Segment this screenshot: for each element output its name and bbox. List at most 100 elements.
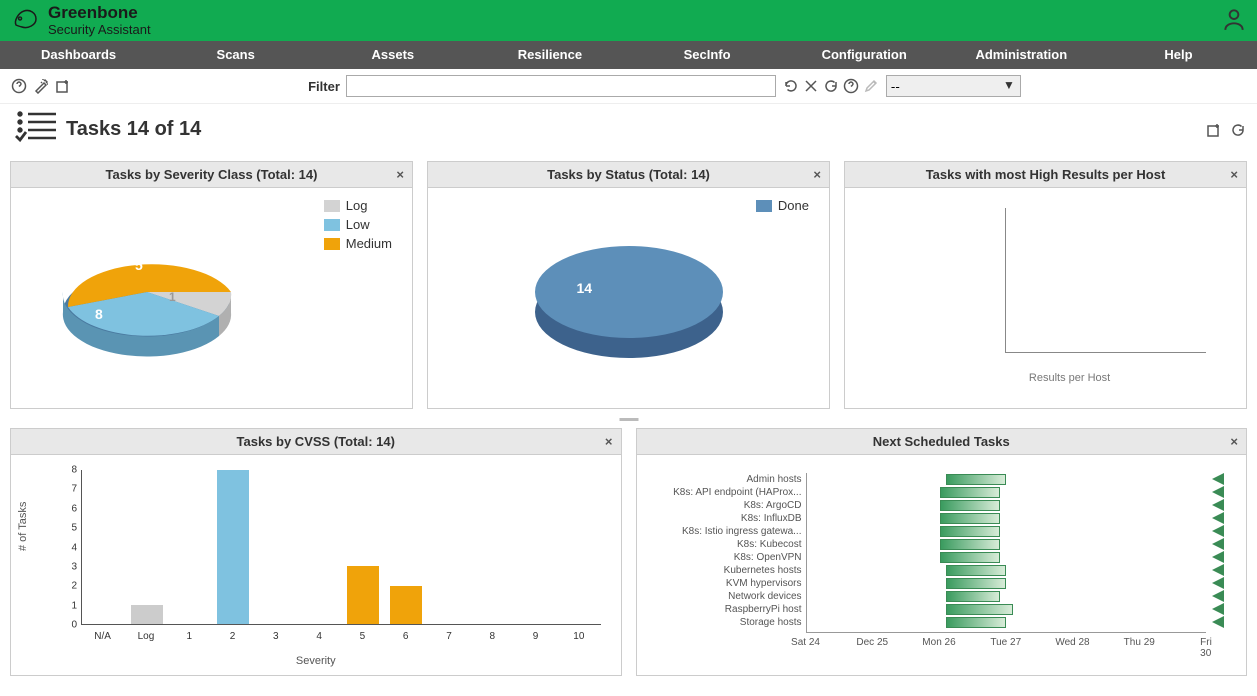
cvss-bar[interactable] xyxy=(390,586,422,625)
high-results-chart[interactable] xyxy=(1005,208,1206,353)
sched-bar[interactable] xyxy=(940,552,1000,563)
sched-bar[interactable] xyxy=(940,539,1000,550)
sched-bar[interactable] xyxy=(940,500,1000,511)
xtick: 6 xyxy=(403,631,409,642)
reset-dashboard-icon[interactable] xyxy=(1229,121,1247,139)
panel-severity: Tasks by Severity Class (Total: 14) × 5 … xyxy=(10,161,413,409)
wizard-icon[interactable] xyxy=(32,77,50,95)
nav-help[interactable]: Help xyxy=(1100,41,1257,69)
sched-task-label[interactable]: K8s: InfluxDB xyxy=(647,512,802,525)
sched-arrow-icon[interactable] xyxy=(1212,473,1224,485)
close-icon[interactable]: × xyxy=(813,167,821,182)
xtick: N/A xyxy=(94,631,111,642)
pie-value-medium: 5 xyxy=(135,257,143,273)
brand-subtitle: Security Assistant xyxy=(48,23,151,37)
close-icon[interactable]: × xyxy=(1230,434,1238,449)
sched-task-label[interactable]: K8s: Kubecost xyxy=(647,538,802,551)
nav-resilience[interactable]: Resilience xyxy=(471,41,628,69)
sched-task-label[interactable]: RaspberryPi host xyxy=(647,603,802,616)
sched-xtick: Tue 27 xyxy=(990,637,1021,648)
cvss-bar[interactable] xyxy=(217,470,249,624)
sched-bar[interactable] xyxy=(946,474,1006,485)
sched-arrow-icon[interactable] xyxy=(1212,616,1224,628)
close-icon[interactable]: × xyxy=(1230,167,1238,182)
edit-filter-icon[interactable] xyxy=(862,77,880,95)
greenbone-logo-icon xyxy=(10,3,42,38)
legend-low[interactable]: Low xyxy=(346,217,370,232)
status-legend: Done xyxy=(756,198,809,217)
sched-arrow-icon[interactable] xyxy=(1212,486,1224,498)
sched-arrow-icon[interactable] xyxy=(1212,551,1224,563)
sched-task-label[interactable]: Network devices xyxy=(647,590,802,603)
status-pie-chart[interactable]: 14 xyxy=(529,212,729,392)
sched-arrow-icon[interactable] xyxy=(1212,525,1224,537)
scheduled-chart[interactable]: Admin hostsK8s: API endpoint (HAProx...K… xyxy=(647,465,1237,665)
close-icon[interactable]: × xyxy=(605,434,613,449)
nav-secinfo[interactable]: SecInfo xyxy=(629,41,786,69)
nav-assets[interactable]: Assets xyxy=(314,41,471,69)
panel-title: Tasks by Severity Class (Total: 14) xyxy=(106,167,318,182)
clear-filter-icon[interactable] xyxy=(802,77,820,95)
reset-filter-icon[interactable] xyxy=(822,77,840,95)
cvss-bar-chart[interactable]: # of Tasks 012345678 N/ALog12345678910 S… xyxy=(21,465,611,665)
sched-arrow-icon[interactable] xyxy=(1212,577,1224,589)
sched-xtick: Sat 24 xyxy=(791,637,820,648)
sched-bar[interactable] xyxy=(946,617,1006,628)
nav-dashboards[interactable]: Dashboards xyxy=(0,41,157,69)
drag-handle[interactable]: ▬▬ xyxy=(10,413,1247,424)
sched-arrow-icon[interactable] xyxy=(1212,538,1224,550)
sched-bar[interactable] xyxy=(940,513,1000,524)
cvss-bar[interactable] xyxy=(347,566,379,624)
panel-title: Tasks by Status (Total: 14) xyxy=(547,167,710,182)
xtick: 7 xyxy=(446,631,452,642)
xtick: 5 xyxy=(360,631,366,642)
user-icon[interactable] xyxy=(1221,6,1247,35)
sched-task-label[interactable]: K8s: ArgoCD xyxy=(647,499,802,512)
severity-pie-chart[interactable]: 5 8 1 xyxy=(47,212,247,392)
page-title: Tasks 14 of 14 xyxy=(66,118,201,141)
legend-medium[interactable]: Medium xyxy=(346,236,392,251)
cvss-bar[interactable] xyxy=(131,605,163,624)
sched-arrow-icon[interactable] xyxy=(1212,603,1224,615)
add-dashboard-icon[interactable] xyxy=(1205,121,1223,139)
sched-bar[interactable] xyxy=(946,604,1013,615)
sched-task-label[interactable]: Admin hosts xyxy=(647,473,802,486)
filter-help-icon[interactable] xyxy=(842,77,860,95)
sched-bar[interactable] xyxy=(946,565,1006,576)
sched-bar[interactable] xyxy=(940,526,1000,537)
sched-bar[interactable] xyxy=(940,487,1000,498)
sched-xtick: Mon 26 xyxy=(922,637,955,648)
new-task-icon[interactable] xyxy=(54,77,72,95)
sched-task-label[interactable]: K8s: Istio ingress gatewa... xyxy=(647,525,802,538)
sched-arrow-icon[interactable] xyxy=(1212,512,1224,524)
sched-xtick: Wed 28 xyxy=(1055,637,1089,648)
xtick: 10 xyxy=(573,631,584,642)
sched-bar[interactable] xyxy=(946,578,1006,589)
sched-arrow-icon[interactable] xyxy=(1212,590,1224,602)
sched-arrow-icon[interactable] xyxy=(1212,499,1224,511)
sched-arrow-icon[interactable] xyxy=(1212,564,1224,576)
page-title-row: Tasks 14 of 14 xyxy=(0,104,1257,161)
help-icon[interactable] xyxy=(10,77,28,95)
sched-task-label[interactable]: K8s: API endpoint (HAProx... xyxy=(647,486,802,499)
xtick: 3 xyxy=(273,631,279,642)
sched-task-label[interactable]: Kubernetes hosts xyxy=(647,564,802,577)
sched-task-label[interactable]: Storage hosts xyxy=(647,616,802,629)
ytick: 8 xyxy=(71,465,77,476)
sched-xtick: Dec 25 xyxy=(856,637,888,648)
main-nav: Dashboards Scans Assets Resilience SecIn… xyxy=(0,41,1257,69)
sched-task-label[interactable]: KVM hypervisors xyxy=(647,577,802,590)
filter-select[interactable]: -- xyxy=(886,75,1021,97)
nav-scans[interactable]: Scans xyxy=(157,41,314,69)
nav-configuration[interactable]: Configuration xyxy=(786,41,943,69)
ytick: 6 xyxy=(71,503,77,514)
sched-task-label[interactable]: K8s: OpenVPN xyxy=(647,551,802,564)
filter-input[interactable] xyxy=(346,75,776,97)
close-icon[interactable]: × xyxy=(396,167,404,182)
nav-administration[interactable]: Administration xyxy=(943,41,1100,69)
refresh-filter-icon[interactable] xyxy=(782,77,800,95)
legend-done[interactable]: Done xyxy=(778,198,809,213)
severity-legend: Log Low Medium xyxy=(324,198,392,255)
sched-bar[interactable] xyxy=(946,591,999,602)
legend-log[interactable]: Log xyxy=(346,198,368,213)
